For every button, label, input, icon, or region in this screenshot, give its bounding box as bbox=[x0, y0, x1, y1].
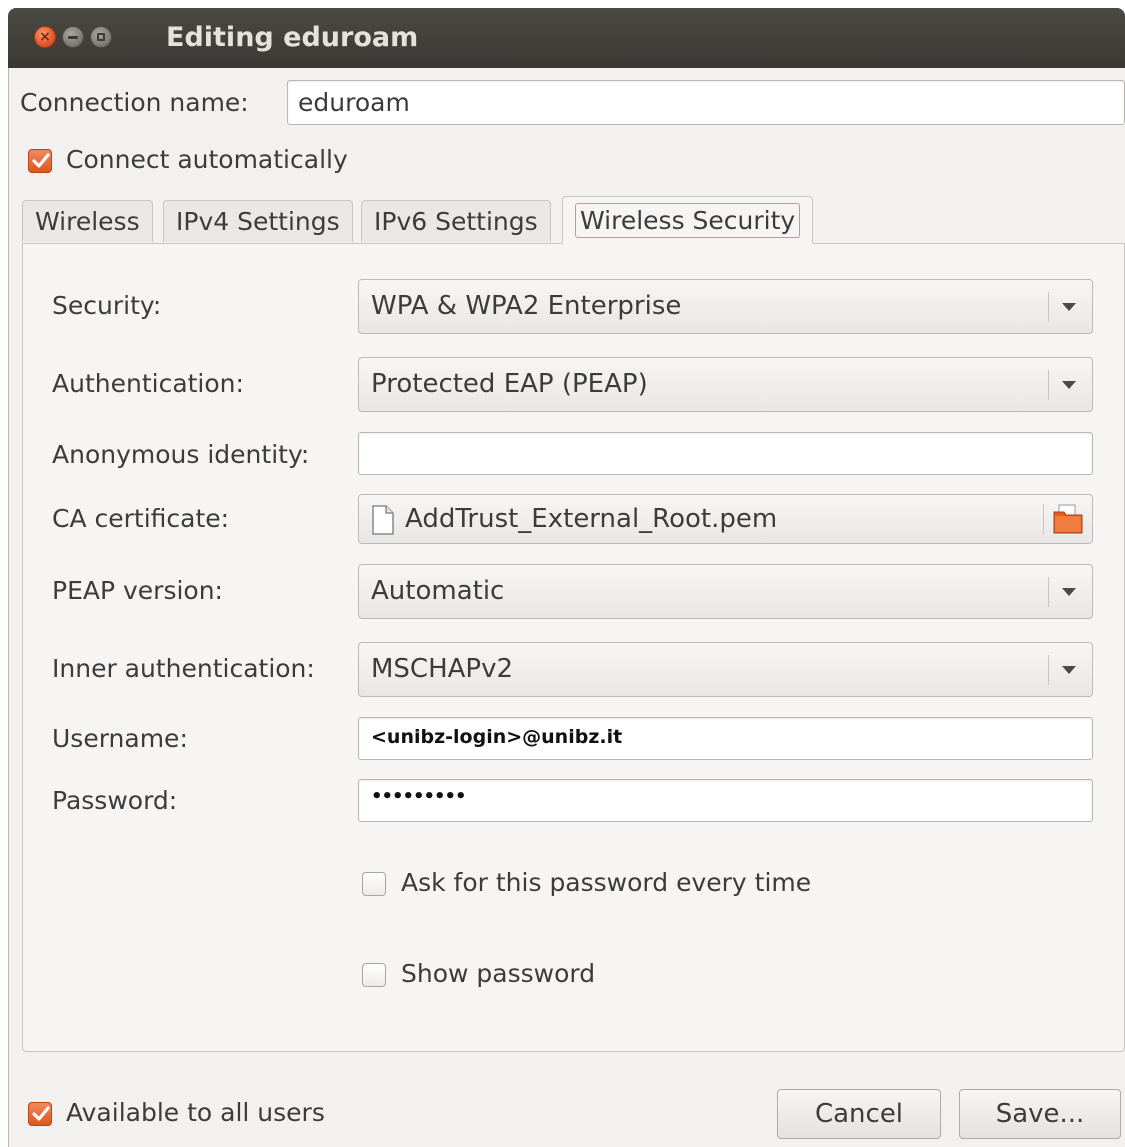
maximize-icon bbox=[97, 33, 105, 41]
anonymous-identity-label: Anonymous identity: bbox=[52, 440, 310, 469]
show-password-checkbox[interactable] bbox=[362, 963, 386, 987]
username-label: Username: bbox=[52, 724, 188, 753]
available-to-all-users-checkbox[interactable] bbox=[28, 1102, 52, 1126]
close-button[interactable]: × bbox=[34, 26, 56, 48]
peap-version-dropdown[interactable]: Automatic bbox=[358, 564, 1093, 619]
cancel-button[interactable]: Cancel bbox=[777, 1089, 941, 1139]
inner-authentication-value: MSCHAPv2 bbox=[371, 654, 514, 684]
peap-version-value: Automatic bbox=[371, 576, 505, 606]
maximize-button[interactable] bbox=[90, 26, 112, 48]
authentication-dropdown[interactable]: Protected EAP (PEAP) bbox=[358, 357, 1093, 412]
connection-name-label: Connection name: bbox=[20, 88, 249, 117]
inner-authentication-label: Inner authentication: bbox=[52, 654, 315, 683]
save-button[interactable]: Save... bbox=[959, 1089, 1121, 1139]
connect-automatically-label: Connect automatically bbox=[66, 145, 348, 174]
dropdown-separator bbox=[1048, 370, 1049, 400]
security-value: WPA & WPA2 Enterprise bbox=[371, 291, 682, 321]
minimize-icon bbox=[68, 36, 78, 39]
username-input[interactable]: <unibz-login>@unibz.it bbox=[358, 717, 1093, 760]
available-to-all-users-label: Available to all users bbox=[66, 1098, 325, 1127]
connect-automatically-checkbox[interactable] bbox=[28, 149, 52, 173]
tab-ipv4-label: IPv4 Settings bbox=[176, 207, 340, 236]
dropdown-separator bbox=[1048, 577, 1049, 607]
connection-name-input[interactable]: eduroam bbox=[287, 80, 1125, 125]
peap-version-label: PEAP version: bbox=[52, 576, 223, 605]
inner-authentication-dropdown[interactable]: MSCHAPv2 bbox=[358, 642, 1093, 697]
tab-ipv6-settings[interactable]: IPv6 Settings bbox=[361, 200, 551, 242]
close-icon: × bbox=[39, 29, 51, 45]
ca-certificate-label: CA certificate: bbox=[52, 504, 230, 533]
authentication-label: Authentication: bbox=[52, 369, 244, 398]
authentication-value: Protected EAP (PEAP) bbox=[371, 369, 648, 399]
dropdown-separator bbox=[1048, 655, 1049, 685]
checkmark-icon bbox=[32, 153, 50, 168]
ask-password-label: Ask for this password every time bbox=[401, 868, 812, 897]
checkmark-icon bbox=[32, 1106, 50, 1121]
file-chooser-separator bbox=[1043, 504, 1044, 534]
chevron-down-icon bbox=[1062, 588, 1076, 596]
ca-certificate-filename: AddTrust_External_Root.pem bbox=[405, 504, 778, 534]
password-input[interactable]: ••••••••• bbox=[358, 779, 1093, 822]
show-password-label: Show password bbox=[401, 959, 596, 988]
tab-wireless-security[interactable]: Wireless Security bbox=[562, 196, 814, 244]
chevron-down-icon bbox=[1062, 303, 1076, 311]
ask-password-checkbox[interactable] bbox=[362, 872, 386, 896]
security-label: Security: bbox=[52, 291, 162, 320]
anonymous-identity-input[interactable] bbox=[358, 432, 1093, 475]
chevron-down-icon bbox=[1062, 666, 1076, 674]
folder-icon bbox=[1053, 504, 1083, 534]
tab-wireless-security-label: Wireless Security bbox=[575, 203, 801, 238]
tab-ipv4-settings[interactable]: IPv4 Settings bbox=[163, 200, 353, 242]
password-value: ••••••••• bbox=[371, 786, 467, 807]
username-value: <unibz-login>@unibz.it bbox=[371, 726, 623, 748]
tab-wireless[interactable]: Wireless bbox=[22, 200, 153, 242]
dropdown-separator bbox=[1048, 292, 1049, 322]
ca-certificate-file-chooser[interactable]: AddTrust_External_Root.pem bbox=[358, 494, 1093, 544]
minimize-button[interactable] bbox=[62, 26, 84, 48]
document-icon bbox=[372, 505, 394, 535]
security-dropdown[interactable]: WPA & WPA2 Enterprise bbox=[358, 279, 1093, 334]
password-label: Password: bbox=[52, 786, 178, 815]
title-bar: × Editing eduroam bbox=[8, 8, 1125, 68]
chevron-down-icon bbox=[1062, 381, 1076, 389]
tab-ipv6-label: IPv6 Settings bbox=[374, 207, 538, 236]
window-title: Editing eduroam bbox=[166, 22, 419, 53]
tab-wireless-label: Wireless bbox=[35, 207, 140, 236]
